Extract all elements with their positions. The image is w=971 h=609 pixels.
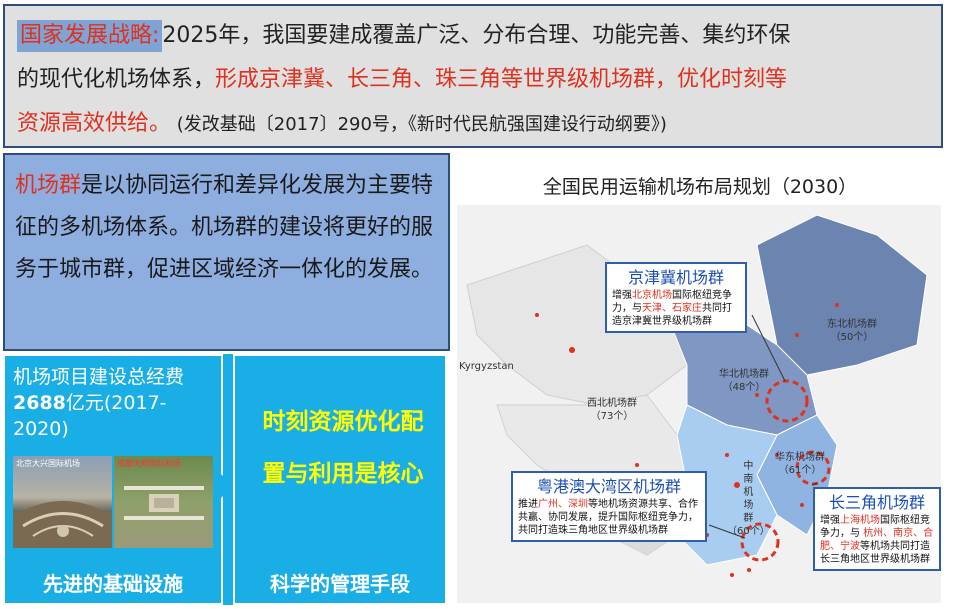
core-message: 时刻资源优化配 置与利用是核心 [243,396,443,500]
tianfu-airport-photo: 成都天府国际机场 [114,456,213,548]
central-south-char-1: 中 [743,461,754,472]
daxing-terminal-image [13,501,112,548]
north-region-label: 华北机场群 （48个） [719,368,769,394]
airport-photos: 北京大兴国际机场 成都天府国际机场 [13,456,213,548]
central-south-count: （60个） [727,526,770,537]
investment-prefix: 机场项目建设总经费 [13,366,185,388]
yrd-callout-body: 增强上海机场国际枢纽竞争力，与 杭州、南京、合肥、宁波等机场共同打造长三角地区世… [820,514,934,566]
tianfu-photo-label: 成都天府国际机场 [117,459,181,468]
strategy-line-1: 国家发展战略: 2025年，我国要建成覆盖广泛、分布合理、功能完善、集约环保 [17,14,931,58]
central-south-char-3: 机 [743,487,754,498]
tianfu-layout-image [124,486,204,520]
definition-box: 机场群是以协同运行和差异化发展为主要特征的多机场体系。机场群的建设将更好的服务于… [3,153,450,351]
gba-text-1: 推进 [518,499,538,510]
daxing-airport-photo: 北京大兴国际机场 [13,456,112,548]
core-line-2: 置与利用是核心 [262,461,424,487]
jjj-callout-title: 京津冀机场群 [627,268,724,287]
investment-text: 机场项目建设总经费2688亿元(2017-2020) [13,364,218,442]
northeast-name: 东北机场群 [827,319,877,330]
yrd-highlight-1: 上海机场 [840,515,880,526]
northeast-count: （50个） [830,332,874,343]
northwest-region-label: 西北机场群 （73个） [587,397,637,423]
central-south-char-4: 场 [743,500,754,511]
northwest-name: 西北机场群 [587,398,637,409]
yrd-text-1: 增强 [820,515,840,526]
yrd-callout: 长三角机场群 增强上海机场国际枢纽竞争力，与 杭州、南京、合肥、宁波等机场共同打… [813,487,941,571]
management-label: 科学的管理手段 [270,572,410,596]
management-panel: 时刻资源优化配 置与利用是核心 科学的管理手段 [233,354,447,605]
strategy-line-3: 资源高效供给。 (发改基础〔2017〕290号，《新时代民航强国建设行动纲要》) [17,102,931,147]
northwest-count: （73个） [590,411,634,422]
east-name: 华东机场群 [775,452,825,463]
jjj-text-1: 增强 [612,290,632,301]
northeast-region-label: 东北机场群 （50个） [827,318,877,344]
jjj-callout: 京津冀机场群 增强北京机场国际枢纽竞争力，与天津、石家庄共同打造京津冀世界级机场… [605,262,747,333]
strategy-highlight-2: 形成京津冀、长三角、珠三角等世界级机场群，优化时刻等 [215,67,788,92]
infrastructure-label: 先进的基础设施 [43,572,183,596]
yrd-callout-title: 长三角机场群 [828,493,925,512]
jjj-highlight-2: 天津、石家庄 [642,303,702,314]
gba-callout: 粤港澳大湾区机场群 推进广州、深圳等地机场资源共享、合作共赢、协同发展，提升国际… [511,471,707,542]
map-title: 全国民用运输机场布局规划（2030） [542,176,858,198]
strategy-text-2: 的现代化机场体系， [17,67,216,92]
gba-callout-title: 粤港澳大湾区机场群 [536,477,681,496]
definition-text: 机场群是以协同运行和差异化发展为主要特征的多机场体系。机场群的建设将更好的服务于… [15,165,438,291]
strategy-line-2: 的现代化机场体系，形成京津冀、长三角、珠三角等世界级机场群，优化时刻等 [17,58,931,102]
strategy-tag: 国家发展战略: [17,20,163,52]
core-line-1: 时刻资源优化配 [262,409,424,435]
infrastructure-panel: 机场项目建设总经费2688亿元(2017-2020) 北京大兴国际机场 成都天府… [3,354,223,605]
north-name: 华北机场群 [719,369,769,380]
strategy-text-1: 2025年，我国要建成覆盖广泛、分布合理、功能完善、集约环保 [162,23,791,48]
gba-highlight-1: 广州、深圳 [538,499,588,510]
daxing-photo-label: 北京大兴国际机场 [16,459,80,468]
central-south-char-2: 南 [743,474,754,485]
north-count: （48个） [722,382,766,393]
investment-amount: 2688 [13,392,66,414]
central-south-char-5: 群 [743,513,754,524]
airport-layout-map: Kyrgyzstan 东北机场群 （50个） 华北机场群 （48个） 西北机场群 （7… [457,205,941,603]
strategy-banner: 国家发展战略: 2025年，我国要建成覆盖广泛、分布合理、功能完善、集约环保 的现… [3,4,943,148]
east-count: （61个） [778,465,822,476]
slide: { "top": { "tag": "国家发展战略:", "line1": "2… [0,0,971,609]
right-arrow-icon [213,466,233,506]
jjj-callout-body: 增强北京机场国际枢纽竞争力，与天津、石家庄共同打造京津冀世界级机场群 [612,289,740,328]
strategy-highlight-3: 资源高效供给。 [17,111,172,136]
east-region-label: 华东机场群 （61个） [775,451,825,477]
jjj-highlight-1: 北京机场 [632,290,672,301]
central-south-region-label: 中 南 机 场 群 （60个） [727,460,770,538]
gba-callout-body: 推进广州、深圳等地机场资源共享、合作共赢、协同发展，提升国际枢纽竞争力，共同打造… [518,498,700,537]
strategy-source: (发改基础〔2017〕290号，《新时代民航强国建设行动纲要》) [171,114,667,135]
definition-term: 机场群 [15,173,82,198]
kyrgyzstan-label: Kyrgyzstan [459,361,514,372]
